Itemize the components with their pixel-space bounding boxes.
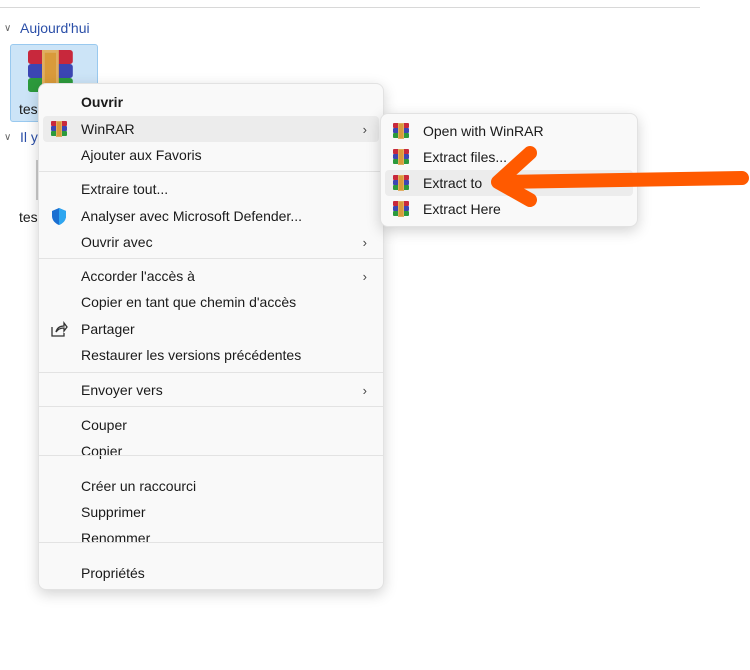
- annotation-arrow: [491, 146, 749, 207]
- arrow-shaft: [493, 171, 749, 189]
